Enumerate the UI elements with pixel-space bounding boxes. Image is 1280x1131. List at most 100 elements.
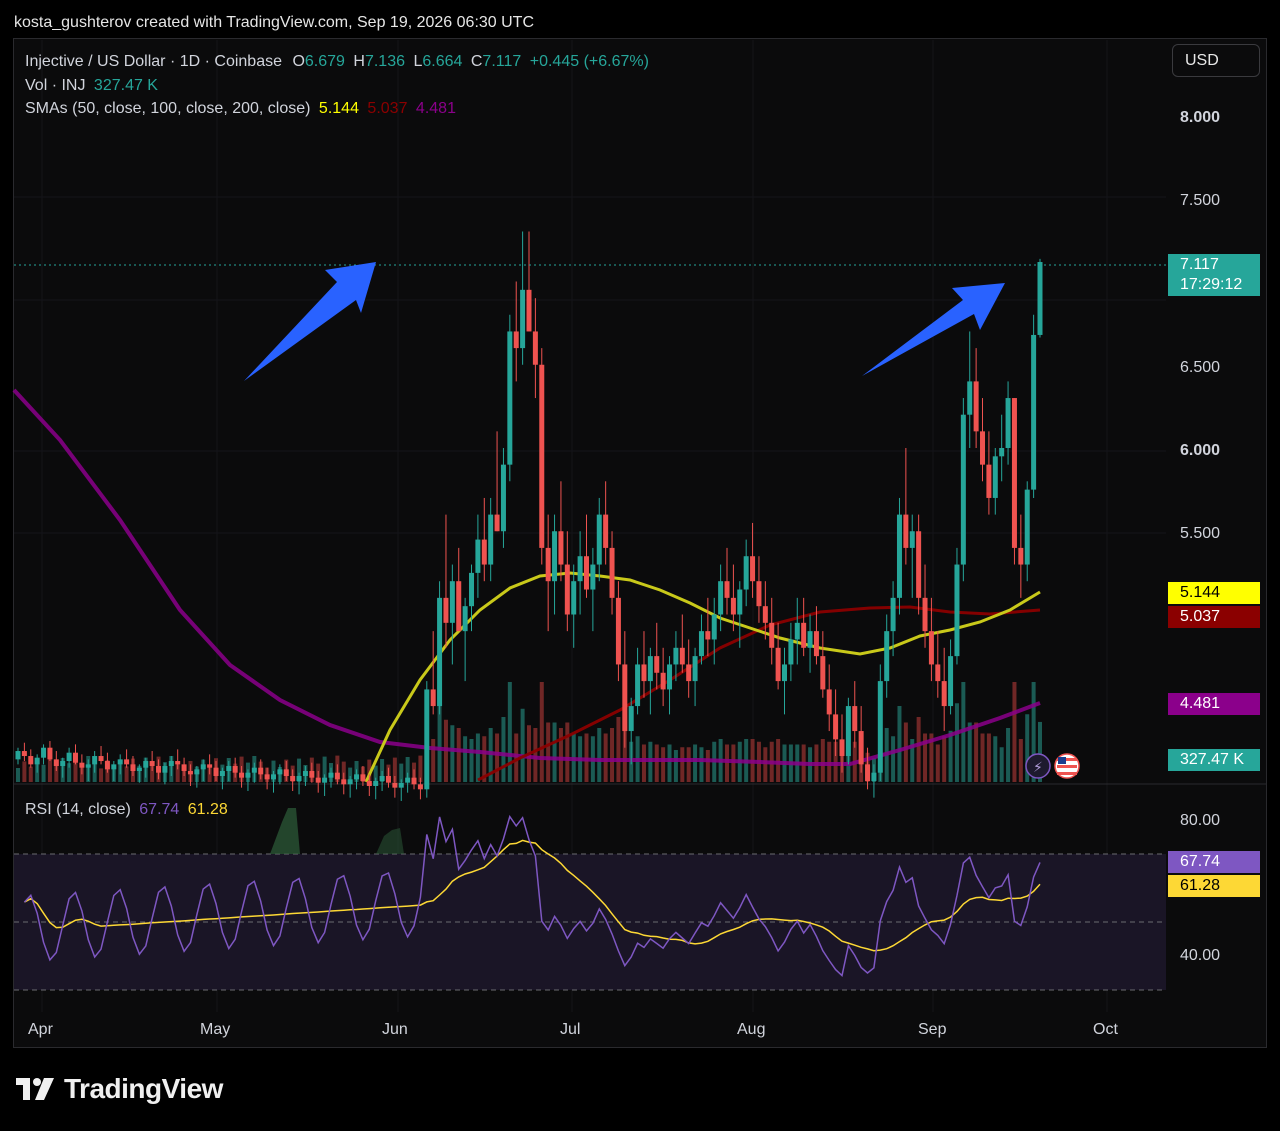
price-tick: 5.500 [1180,525,1221,542]
candle-body [149,761,155,767]
candle-body [960,414,966,565]
candle-body [245,772,251,778]
volume-bar [974,722,979,782]
candle-body [826,689,832,715]
legend-rsi-ma-value: 61.28 [187,801,228,818]
legend-sma200: 4.481 [415,100,456,117]
chart-canvas[interactable]: ⚡ [0,0,1280,1131]
volume-bar [693,744,698,782]
candle-body [980,431,986,465]
candle-body [692,656,698,682]
legend-high: 7.136 [364,53,405,70]
candle-body [21,751,27,757]
candle-body [750,556,756,582]
candle-body [194,769,200,775]
candle-body [775,647,781,682]
candle-body [168,761,174,767]
legend-change: +0.445 (+6.67%) [529,53,649,70]
candle-body [347,779,353,785]
candle-body [660,672,666,690]
candle-body [373,781,379,786]
legend-symbol[interactable]: Injective / US Dollar · 1D · Coinbase [25,53,282,70]
volume-bar [680,747,685,782]
candle-body [1005,398,1011,448]
candle-body [948,656,954,707]
x-tick: May [200,1021,231,1038]
candle-body [449,581,455,623]
candle-body [865,764,871,781]
candle-body [66,752,72,762]
candle-body [558,531,564,565]
candle-body [673,647,679,665]
volume-bar [986,733,991,782]
candle-body [756,581,762,607]
legend-sma100: 5.037 [367,100,408,117]
legend-volume: Vol · INJ 327.47 K [25,77,158,95]
candle-body [290,776,296,781]
candle-body [181,764,187,772]
volume-bar [501,717,506,782]
volume-bar [661,747,666,782]
candle-body [277,769,283,775]
candle-body [628,706,634,732]
candle-body [647,656,653,682]
candle-body [590,564,596,590]
candle-body [475,539,481,573]
candle-body [520,289,526,349]
candle-body [15,751,21,760]
candle-body [443,597,449,623]
candle-body [462,606,468,632]
x-tick: Apr [28,1021,53,1038]
candle-body [334,772,340,780]
volume-bar [967,722,972,782]
candle-body [896,514,902,598]
flag-stripe [1057,765,1077,768]
annotation-arrow [244,262,376,381]
volume-bar [705,750,710,782]
sma100-tag: 5.037 [1168,606,1260,628]
candle-body [85,764,91,768]
candle-body [219,771,225,777]
legend-low: 6.664 [422,53,463,70]
candle-body [92,756,98,765]
candle-body [162,766,168,773]
volume-bar [942,736,947,782]
candle-body [283,769,289,777]
volume-bar [616,717,621,782]
candle-body [698,631,704,657]
candle-body [967,381,973,415]
candle-body [239,772,245,778]
legend-sma-label[interactable]: SMAs (50, close, 100, close, 200, close) [25,100,310,117]
candle-body [641,664,647,682]
candle-body [532,331,538,365]
candle-body [513,331,519,349]
candle-body [41,747,47,758]
candle-body [852,706,858,732]
candle-body [654,656,660,673]
candle-body [801,622,807,648]
volume-bar [725,744,730,782]
x-tick: Sep [918,1021,947,1038]
tradingview-logo[interactable]: TradingView [16,1073,223,1105]
candle-body [322,777,328,783]
candle-body [226,766,232,772]
currency-button[interactable]: USD [1172,44,1260,77]
legend-vol-label[interactable]: Vol · INJ [25,77,85,94]
volume-bar [469,739,474,782]
bolt-icon: ⚡ [1033,760,1043,776]
volume-bar [450,725,455,782]
candle-body [456,581,462,632]
candle-body [679,647,685,665]
volume-bar [686,747,691,782]
candle-body [104,761,110,770]
volume-bar [558,728,563,782]
candle-body [718,581,724,615]
candle-body [1024,489,1030,565]
legend-rsi-label[interactable]: RSI (14, close) [25,801,131,818]
candle-body [328,772,334,778]
candle-body [366,781,372,786]
volume-bar [124,766,129,782]
candle-body [845,706,851,757]
volume-bar [897,706,902,782]
x-tick: Aug [737,1021,766,1038]
